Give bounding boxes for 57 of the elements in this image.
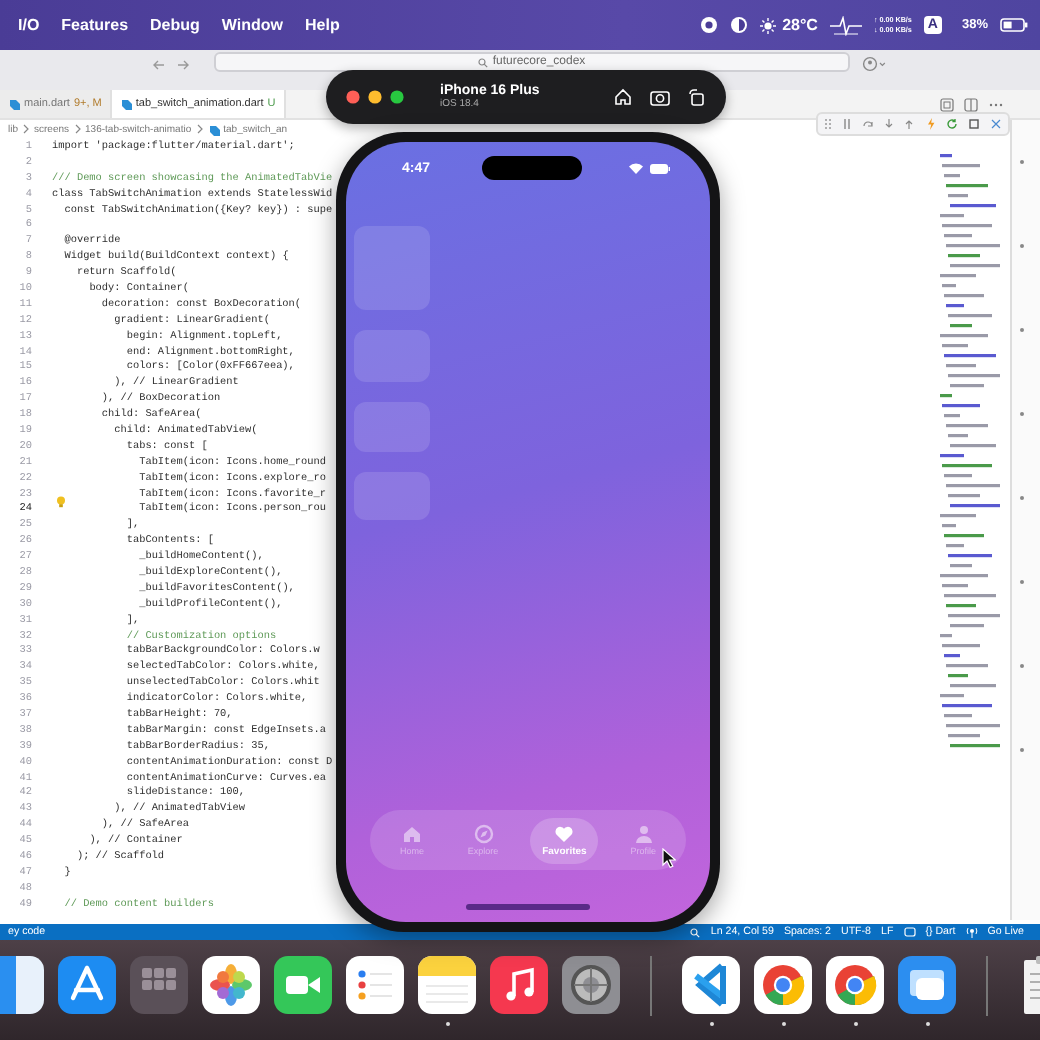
- restart-icon[interactable]: [945, 118, 958, 130]
- step-out-icon[interactable]: [904, 118, 915, 130]
- minimize-button-icon[interactable]: [368, 90, 382, 104]
- battery-icon: [650, 163, 670, 173]
- menu-item[interactable]: Help: [305, 16, 340, 34]
- chevron-icon: [73, 124, 82, 134]
- grid-app-icon[interactable]: [130, 956, 188, 1014]
- store-icon[interactable]: [58, 956, 116, 1014]
- chevron-icon: [195, 124, 204, 134]
- stop-icon[interactable]: [968, 118, 981, 130]
- rotate-icon[interactable]: [688, 88, 706, 106]
- code-editor-icon[interactable]: [682, 956, 740, 1014]
- chevron-icon: [22, 124, 31, 134]
- reminders-icon[interactable]: [346, 956, 404, 1014]
- dart-file-icon: [8, 98, 20, 110]
- browser-icon[interactable]: [754, 956, 812, 1014]
- video-call-icon[interactable]: [274, 956, 332, 1014]
- dynamic-island: [482, 156, 583, 180]
- app-icon[interactable]: [0, 956, 44, 1014]
- sun-icon[interactable]: [760, 17, 777, 33]
- menu-item[interactable]: Features: [61, 16, 129, 34]
- home-icon: [401, 824, 422, 844]
- record-icon[interactable]: [700, 16, 719, 34]
- browser-icon[interactable]: [826, 956, 884, 1014]
- heart-icon: [554, 823, 575, 843]
- window-app-icon[interactable]: [898, 956, 956, 1014]
- settings-icon[interactable]: [562, 956, 620, 1014]
- menu-item[interactable]: I/O: [18, 16, 40, 34]
- home-icon[interactable]: [614, 88, 632, 106]
- music-icon[interactable]: [490, 956, 548, 1014]
- feedback-icon[interactable]: [903, 926, 916, 938]
- screenshot-icon[interactable]: [650, 88, 670, 106]
- search-icon[interactable]: [690, 927, 701, 937]
- battery-icon[interactable]: [1000, 18, 1028, 32]
- menu-item[interactable]: Window: [221, 16, 284, 34]
- photos-icon[interactable]: [202, 956, 260, 1014]
- layout-icon[interactable]: [964, 97, 978, 111]
- compass-icon: [473, 824, 494, 844]
- mouse-cursor-icon: [662, 848, 676, 868]
- activity-graph-icon[interactable]: [829, 15, 862, 35]
- step-into-icon[interactable]: [884, 118, 895, 130]
- close-button-icon[interactable]: [346, 90, 360, 104]
- content-card: [354, 226, 430, 310]
- half-circle-icon[interactable]: [730, 16, 749, 34]
- split-editor-icon[interactable]: [940, 97, 954, 111]
- home-indicator: [466, 904, 590, 910]
- broadcast-icon[interactable]: [965, 926, 978, 938]
- account-icon[interactable]: [862, 56, 886, 72]
- step-over-icon[interactable]: [862, 118, 875, 130]
- zoom-button-icon[interactable]: [390, 90, 404, 104]
- search-icon: [478, 57, 489, 67]
- person-icon: [633, 824, 654, 844]
- notes-icon[interactable]: [418, 956, 476, 1014]
- wifi-icon: [628, 162, 644, 174]
- menu-item[interactable]: Debug: [150, 16, 200, 34]
- weather-temperature[interactable]: 28°C: [782, 16, 818, 34]
- dart-file-icon: [119, 98, 132, 110]
